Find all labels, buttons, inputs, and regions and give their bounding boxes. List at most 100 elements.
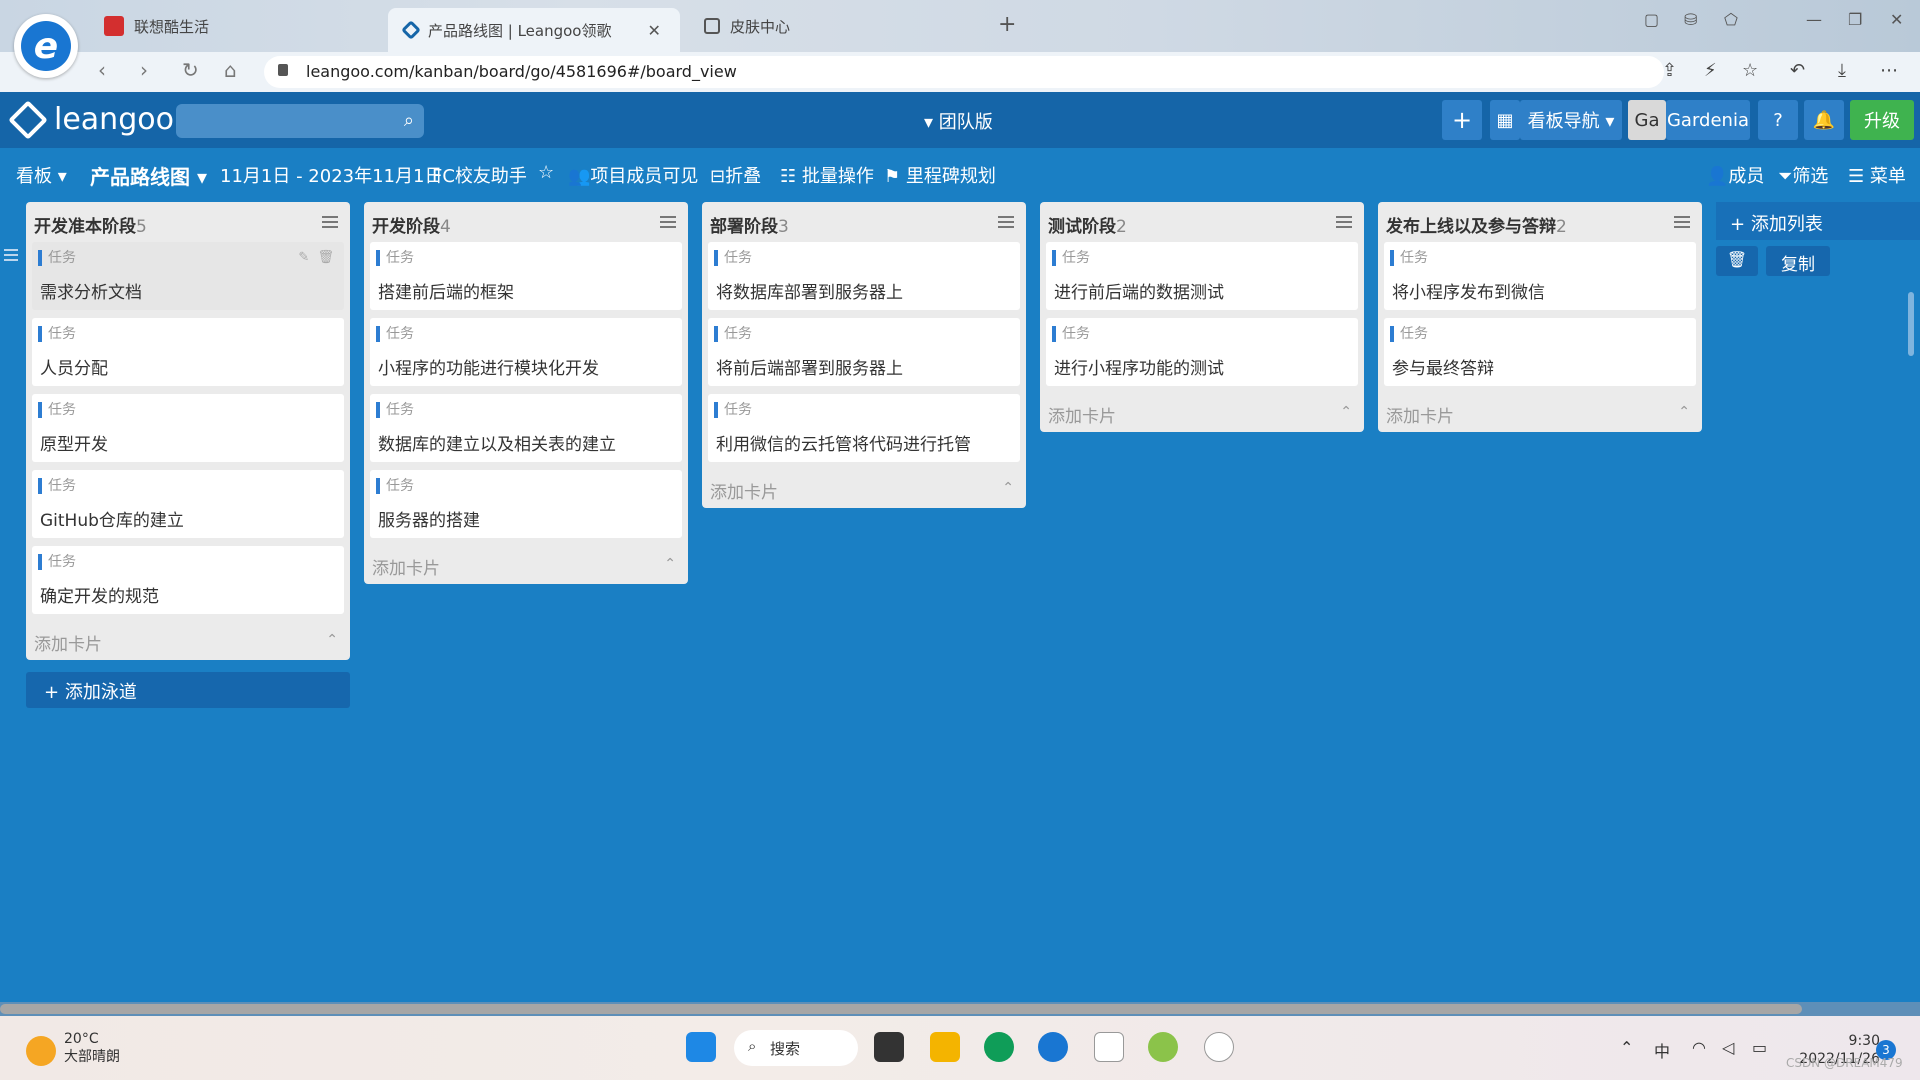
sidebar-toggle-icon[interactable] (4, 246, 18, 264)
collapse-icon[interactable]: ⌃ (1002, 480, 1014, 496)
ime-indicator[interactable]: 中 (1654, 1038, 1670, 1062)
help-button[interactable]: ? (1758, 100, 1798, 140)
minimize-icon[interactable]: — (1806, 10, 1822, 29)
new-tab-button[interactable]: + (998, 12, 1016, 37)
browser-logo[interactable]: e (14, 14, 78, 78)
delete-icon[interactable]: 🗑 (317, 250, 334, 265)
file-explorer-icon[interactable] (930, 1032, 960, 1062)
vertical-scrollbar[interactable] (1908, 292, 1914, 356)
task-view-icon[interactable] (874, 1032, 904, 1062)
task-card[interactable]: 任务 搭建前后端的框架 (370, 242, 682, 310)
visibility-button[interactable]: 👥项目成员可见 (568, 162, 698, 188)
list-menu-icon[interactable] (1674, 213, 1690, 231)
horizontal-scrollbar[interactable] (0, 1002, 1920, 1016)
assistant-label[interactable]: FC校友助手 (432, 162, 527, 188)
task-card[interactable]: 任务 需求分析文档 ✎ 🗑 (32, 242, 344, 310)
scrollbar-thumb[interactable] (0, 1004, 1802, 1014)
task-card[interactable]: 任务 原型开发 (32, 394, 344, 462)
panda-app-icon[interactable] (1204, 1032, 1234, 1062)
task-card[interactable]: 任务 GitHub仓库的建立 (32, 470, 344, 538)
close-tab-icon[interactable]: ✕ (648, 21, 661, 40)
collapse-icon[interactable]: ⌃ (326, 632, 338, 648)
taskbar-search[interactable]: ⌕ 搜索 (734, 1030, 858, 1066)
list-menu-icon[interactable] (660, 213, 676, 231)
task-card[interactable]: 任务 参与最终答辩 (1384, 318, 1696, 386)
list-header[interactable]: 测试阶段2 (1040, 202, 1364, 242)
list-menu-icon[interactable] (1336, 213, 1352, 231)
copy-button[interactable]: 复制 (1766, 246, 1830, 276)
leangoo-logo[interactable]: leangoo (8, 99, 174, 140)
milestone-button[interactable]: ⚑ 里程碑规划 (884, 162, 996, 188)
battery-icon[interactable]: ▭ (1752, 1038, 1767, 1057)
add-swimlane-button[interactable]: + 添加泳道 (26, 672, 350, 708)
list-menu-icon[interactable] (322, 213, 338, 231)
batch-operations-button[interactable]: ☷ 批量操作 (780, 162, 874, 188)
forward-icon[interactable]: › (140, 58, 148, 82)
task-card[interactable]: 任务 将前后端部署到服务器上 (708, 318, 1020, 386)
refresh-icon[interactable]: ↻ (182, 58, 199, 82)
task-card[interactable]: 任务 利用微信的云托管将代码进行托管 (708, 394, 1020, 462)
date-range[interactable]: 11月1日 - 2023年11月1日 (220, 162, 442, 188)
task-card[interactable]: 任务 小程序的功能进行模块化开发 (370, 318, 682, 386)
collapse-icon[interactable]: ⌃ (664, 556, 676, 572)
task-card[interactable]: 任务 将数据库部署到服务器上 (708, 242, 1020, 310)
weather-sun-icon[interactable] (26, 1036, 56, 1066)
edition-dropdown[interactable]: ▾ 团队版 (924, 108, 993, 134)
tab-actions-icon[interactable]: ▢ (1644, 10, 1659, 29)
tab-skin-center[interactable]: 皮肤中心 (704, 8, 790, 44)
task-card[interactable]: 任务 人员分配 (32, 318, 344, 386)
search-input[interactable]: ⌕ (176, 104, 424, 138)
tab-leangoo[interactable]: 产品路线图 | Leangoo领歌 ✕ (388, 8, 680, 52)
board-title-dropdown[interactable]: 产品路线图 ▾ (90, 161, 207, 190)
collapse-icon[interactable]: ⌃ (1340, 404, 1352, 420)
wifi-icon[interactable]: ◠ (1692, 1038, 1706, 1057)
menu-button[interactable]: ☰ 菜单 (1848, 162, 1906, 188)
url-field[interactable]: leangoo.com/kanban/board/go/4581696#/boa… (264, 56, 1664, 88)
star-icon[interactable]: ☆ (1742, 60, 1758, 81)
lightning-icon[interactable]: ⚡ (1704, 60, 1717, 81)
list-header[interactable]: 部署阶段3 (702, 202, 1026, 242)
task-card[interactable]: 任务 数据库的建立以及相关表的建立 (370, 394, 682, 462)
weather-widget[interactable]: 20°C 大部晴朗 (64, 1030, 120, 1066)
reading-mode-icon[interactable]: ⛁ (1684, 10, 1697, 29)
upgrade-button[interactable]: 升级 (1850, 100, 1914, 140)
task-card[interactable]: 任务 服务器的搭建 (370, 470, 682, 538)
add-card-button[interactable]: 添加卡片 ⌃ (1378, 394, 1702, 432)
tab-lenovo[interactable]: 联想酷生活 (104, 8, 209, 44)
add-list-button[interactable]: + 添加列表 (1716, 202, 1920, 240)
edge-icon[interactable] (984, 1032, 1014, 1062)
fold-button[interactable]: ⊟折叠 (710, 162, 761, 188)
list-header[interactable]: 开发阶段4 (364, 202, 688, 242)
collapse-icon[interactable]: ⌃ (1678, 404, 1690, 420)
list-menu-icon[interactable] (998, 213, 1014, 231)
kanban-dropdown[interactable]: 看板 ▾ (16, 162, 67, 188)
download-icon[interactable]: ⤓ (1838, 60, 1846, 81)
list-header[interactable]: 发布上线以及参与答辩2 (1378, 202, 1702, 242)
task-card[interactable]: 任务 将小程序发布到微信 (1384, 242, 1696, 310)
add-button[interactable]: + (1442, 100, 1482, 140)
add-card-button[interactable]: 添加卡片 ⌃ (702, 470, 1026, 508)
grid-icon[interactable]: ▦ (1490, 100, 1520, 140)
trash-icon[interactable]: 🗑 (1716, 246, 1758, 276)
extensions-icon[interactable]: ⬠ (1724, 10, 1738, 29)
board-nav-button[interactable]: 看板导航 ▾ (1520, 100, 1622, 140)
restore-icon[interactable]: ❐ (1848, 10, 1862, 29)
add-card-button[interactable]: 添加卡片 ⌃ (26, 622, 350, 660)
members-button[interactable]: 👤成员 (1706, 162, 1764, 188)
app-icon[interactable] (1148, 1032, 1178, 1062)
windows-start-icon[interactable] (686, 1032, 716, 1062)
chevron-up-icon[interactable]: ⌃ (1620, 1038, 1633, 1057)
add-card-button[interactable]: 添加卡片 ⌃ (364, 546, 688, 584)
more-icon[interactable]: ⋯ (1880, 60, 1898, 81)
list-header[interactable]: 开发准本阶段5 (26, 202, 350, 242)
star-board-icon[interactable]: ☆ (538, 162, 554, 183)
task-card[interactable]: 任务 进行小程序功能的测试 (1046, 318, 1358, 386)
volume-icon[interactable]: ◁ (1722, 1038, 1734, 1057)
avatar[interactable]: Ga (1628, 100, 1666, 140)
home-icon[interactable]: ⌂ (224, 58, 237, 82)
task-card[interactable]: 任务 确定开发的规范 (32, 546, 344, 614)
share-icon[interactable]: ⇪ (1662, 60, 1677, 81)
close-window-icon[interactable]: ✕ (1890, 10, 1903, 29)
edit-icon[interactable]: ✎ (298, 250, 309, 265)
filter-button[interactable]: ⏷筛选 (1778, 162, 1828, 188)
